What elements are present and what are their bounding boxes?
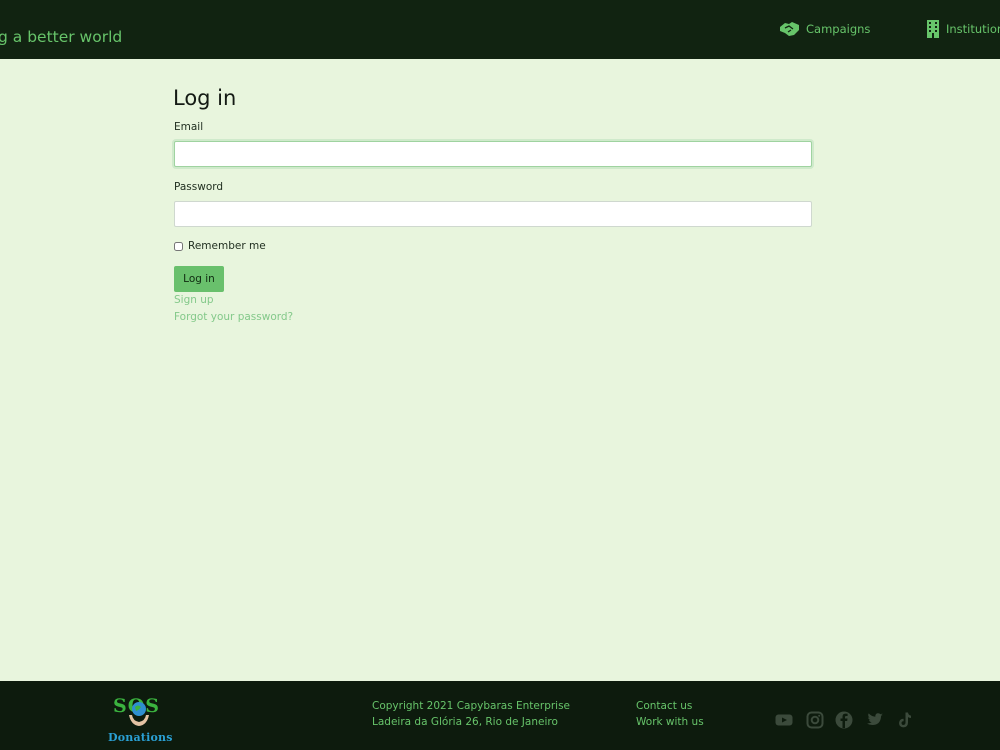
- email-field[interactable]: [174, 141, 812, 167]
- email-label: Email: [174, 121, 204, 133]
- handshake-icon: [780, 22, 799, 36]
- remember-me-label[interactable]: Remember me: [188, 240, 266, 252]
- remember-me-checkbox[interactable]: [174, 241, 183, 251]
- sos-donations-logo[interactable]: SOS Donations: [108, 695, 174, 747]
- nav-campaigns[interactable]: Campaigns: [779, 18, 870, 40]
- site-tagline[interactable]: g a better world: [0, 28, 122, 46]
- sign-up-link[interactable]: Sign up: [174, 294, 214, 306]
- instagram-icon[interactable]: [806, 711, 824, 729]
- forgot-password-link[interactable]: Forgot your password?: [174, 311, 293, 323]
- tiktok-icon[interactable]: [896, 711, 914, 729]
- work-with-us-link[interactable]: Work with us: [636, 716, 704, 728]
- password-label: Password: [174, 181, 224, 193]
- address-text: Ladeira da Glória 26, Rio de Janeiro: [372, 716, 558, 728]
- building-icon: [927, 20, 939, 38]
- youtube-icon[interactable]: [775, 711, 793, 729]
- remember-me-row: Remember me: [174, 240, 266, 252]
- login-button[interactable]: Log in: [174, 266, 224, 292]
- nav-institutions[interactable]: Institution: [926, 18, 1000, 40]
- logo-text-bottom: Donations: [108, 731, 173, 744]
- top-navbar: g a better world Campaigns Institution: [0, 0, 1000, 59]
- copyright-text: Copyright 2021 Capybaras Enterprise: [372, 700, 571, 712]
- facebook-icon[interactable]: [835, 711, 853, 729]
- contact-us-link[interactable]: Contact us: [636, 700, 692, 712]
- page-title: Log in: [173, 86, 237, 110]
- password-field[interactable]: [174, 201, 812, 227]
- globe-hands-icon: [129, 702, 149, 726]
- twitter-icon[interactable]: [866, 711, 884, 729]
- nav-campaigns-label: Campaigns: [806, 22, 871, 36]
- nav-institutions-label: Institution: [946, 22, 1000, 36]
- footer: SOS Donations Copyright 2021 Capybaras E…: [0, 681, 1000, 750]
